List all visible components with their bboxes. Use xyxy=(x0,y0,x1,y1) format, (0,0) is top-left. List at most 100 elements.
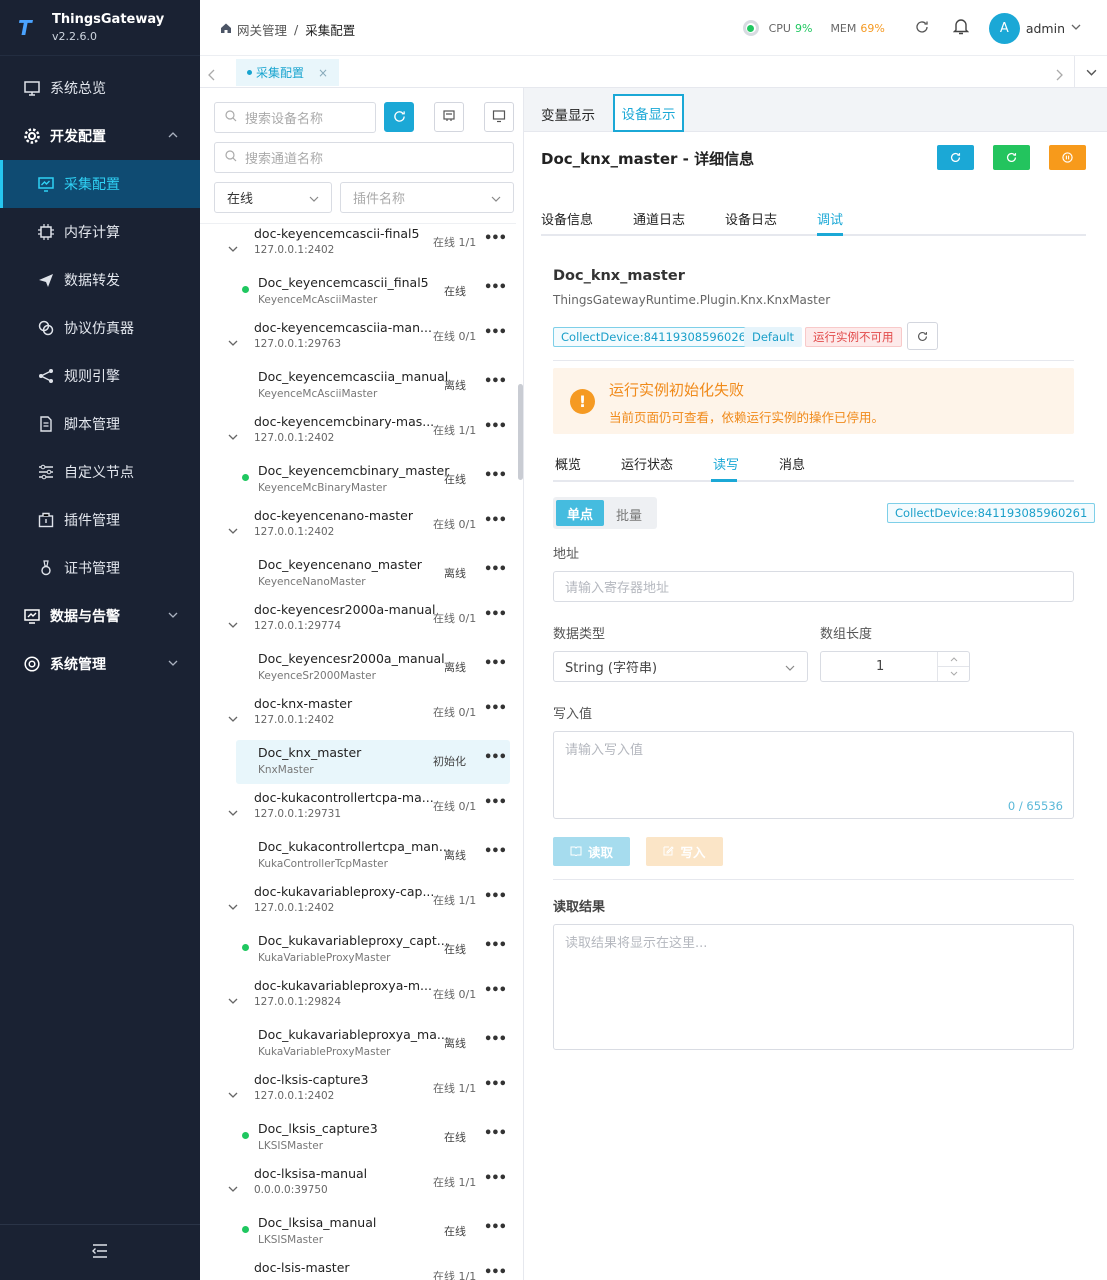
sidebar-item-system[interactable]: 系统管理 xyxy=(0,640,200,688)
more-icon[interactable]: ••• xyxy=(484,562,507,577)
mode-single-button[interactable]: 单点 xyxy=(556,500,604,526)
more-icon[interactable]: ••• xyxy=(484,1220,507,1235)
chevron-down-icon[interactable] xyxy=(228,521,238,540)
more-icon[interactable]: ••• xyxy=(484,795,507,810)
cart-button[interactable] xyxy=(434,102,464,132)
chevron-down-icon[interactable] xyxy=(228,897,238,916)
sidebar-item-custom-node[interactable]: 自定义节点 xyxy=(0,448,200,496)
channel-row[interactable]: doc-keyencesr2000a-manual 127.0.0.1:2977… xyxy=(200,602,516,649)
channel-row[interactable]: doc-knx-master 127.0.0.1:2402 在线 0/1 ••• xyxy=(200,696,516,743)
tab-scroll-right-icon[interactable] xyxy=(1055,66,1063,85)
datatype-select[interactable]: String (字符串) xyxy=(553,651,808,682)
sidebar-item-protocol-sim[interactable]: 协议仿真器 xyxy=(0,304,200,352)
chevron-down-icon[interactable] xyxy=(228,427,238,446)
tab-device-info[interactable]: 设备信息 xyxy=(541,209,593,228)
pause-button[interactable] xyxy=(1049,145,1086,170)
user-name[interactable]: admin xyxy=(1026,21,1065,36)
more-icon[interactable]: ••• xyxy=(484,325,507,340)
more-icon[interactable]: ••• xyxy=(484,231,507,246)
more-icon[interactable]: ••• xyxy=(484,280,507,295)
tab-scroll-left-icon[interactable] xyxy=(208,66,216,85)
write-value-textarea[interactable]: 请输入写入值 0 / 65536 xyxy=(553,731,1074,819)
refresh-tree-button[interactable] xyxy=(384,102,414,132)
tab-debug[interactable]: 调试 xyxy=(817,209,843,228)
chevron-down-icon[interactable] xyxy=(228,333,238,352)
more-icon[interactable]: ••• xyxy=(484,701,507,716)
chevron-down-icon[interactable] xyxy=(228,1273,238,1280)
more-icon[interactable]: ••• xyxy=(484,1126,507,1141)
sidebar-item-overview[interactable]: 系统总览 xyxy=(0,64,200,112)
tree-scrollbar[interactable] xyxy=(518,384,523,480)
more-icon[interactable]: ••• xyxy=(484,889,507,904)
channel-row[interactable]: doc-keyencemcasciia-man... 127.0.0.1:297… xyxy=(200,320,516,367)
sidebar-item-dev-config[interactable]: 开发配置 xyxy=(0,112,200,160)
chevron-down-icon[interactable] xyxy=(1071,22,1081,35)
home-icon[interactable] xyxy=(220,22,232,37)
chevron-down-icon[interactable] xyxy=(228,803,238,822)
more-icon[interactable]: ••• xyxy=(484,938,507,953)
tab-run-status[interactable]: 运行状态 xyxy=(621,454,673,473)
collapse-sidebar-button[interactable] xyxy=(0,1224,200,1280)
channel-row[interactable]: doc-keyencemcascii-final5 127.0.0.1:2402… xyxy=(200,226,516,273)
chevron-down-icon[interactable] xyxy=(228,239,238,258)
channel-row[interactable]: doc-lsis-master 在线 1/1 ••• xyxy=(200,1260,516,1280)
more-icon[interactable]: ••• xyxy=(484,1077,507,1092)
more-icon[interactable]: ••• xyxy=(484,656,507,671)
chevron-down-icon[interactable] xyxy=(228,991,238,1010)
tab-device-view[interactable]: 设备显示 xyxy=(613,94,684,132)
more-icon[interactable]: ••• xyxy=(484,374,507,389)
tab-menu-chevron-icon[interactable] xyxy=(1074,56,1107,88)
more-icon[interactable]: ••• xyxy=(484,844,507,859)
search-device-input[interactable]: 搜索设备名称 xyxy=(214,102,376,133)
display-button[interactable] xyxy=(484,102,514,132)
channel-row[interactable]: doc-keyencenano-master 127.0.0.1:2402 在线… xyxy=(200,508,516,555)
restart-button[interactable] xyxy=(993,145,1030,170)
tab-collect-config[interactable]: 采集配置 × xyxy=(236,59,339,86)
breadcrumb-parent[interactable]: 网关管理 xyxy=(237,20,287,39)
tab-overview[interactable]: 概览 xyxy=(555,454,581,473)
tab-device-log[interactable]: 设备日志 xyxy=(725,209,777,228)
stepper-up-icon[interactable] xyxy=(937,652,969,667)
more-icon[interactable]: ••• xyxy=(484,983,507,998)
plugin-select[interactable]: 插件名称 xyxy=(340,182,514,213)
channel-row[interactable]: doc-lksisa-manual 0.0.0.0:39750 在线 1/1 •… xyxy=(200,1166,516,1213)
sidebar-item-data-alarm[interactable]: 数据与告警 xyxy=(0,592,200,640)
read-button[interactable]: 读取 xyxy=(553,837,630,866)
more-icon[interactable]: ••• xyxy=(484,1171,507,1186)
more-icon[interactable]: ••• xyxy=(484,468,507,483)
tab-messages[interactable]: 消息 xyxy=(779,454,805,473)
close-icon[interactable]: × xyxy=(318,66,328,80)
more-icon[interactable]: ••• xyxy=(484,513,507,528)
address-input[interactable]: 请输入寄存器地址 xyxy=(553,571,1074,602)
channel-row[interactable]: doc-kukacontrollertcpa-ma... 127.0.0.1:2… xyxy=(200,790,516,837)
refresh-button[interactable] xyxy=(937,145,974,170)
write-button[interactable]: 写入 xyxy=(646,837,723,866)
status-select[interactable]: 在线 xyxy=(214,182,332,213)
reload-tag-button[interactable] xyxy=(907,322,938,350)
more-icon[interactable]: ••• xyxy=(484,750,507,765)
more-icon[interactable]: ••• xyxy=(484,1032,507,1047)
more-icon[interactable]: ••• xyxy=(484,607,507,622)
more-icon[interactable]: ••• xyxy=(484,419,507,434)
channel-row[interactable]: doc-kukavariableproxy-cap... 127.0.0.1:2… xyxy=(200,884,516,931)
tab-channel-log[interactable]: 通道日志 xyxy=(633,209,685,228)
channel-row[interactable]: doc-kukavariableproxya-m... 127.0.0.1:29… xyxy=(200,978,516,1025)
stepper-down-icon[interactable] xyxy=(937,667,969,681)
chevron-down-icon[interactable] xyxy=(228,709,238,728)
sidebar-item-plugin[interactable]: 插件管理 xyxy=(0,496,200,544)
channel-row[interactable]: doc-keyencemcbinary-mas... 127.0.0.1:240… xyxy=(200,414,516,461)
sidebar-item-collect-config[interactable]: 采集配置 xyxy=(0,160,200,208)
arraylen-stepper[interactable]: 1 xyxy=(820,651,970,682)
avatar[interactable]: A xyxy=(988,12,1020,44)
chevron-down-icon[interactable] xyxy=(228,615,238,634)
sidebar-item-certificate[interactable]: 证书管理 xyxy=(0,544,200,592)
chevron-down-icon[interactable] xyxy=(228,1085,238,1104)
more-icon[interactable]: ••• xyxy=(484,1265,507,1280)
sidebar-item-data-forward[interactable]: 数据转发 xyxy=(0,256,200,304)
tab-variable-view[interactable]: 变量显示 xyxy=(541,104,595,124)
bell-icon[interactable] xyxy=(952,18,970,38)
read-result-textarea[interactable]: 读取结果将显示在这里... xyxy=(553,924,1074,1050)
chevron-down-icon[interactable] xyxy=(228,1179,238,1198)
sidebar-item-script[interactable]: 脚本管理 xyxy=(0,400,200,448)
refresh-icon[interactable] xyxy=(915,20,929,37)
